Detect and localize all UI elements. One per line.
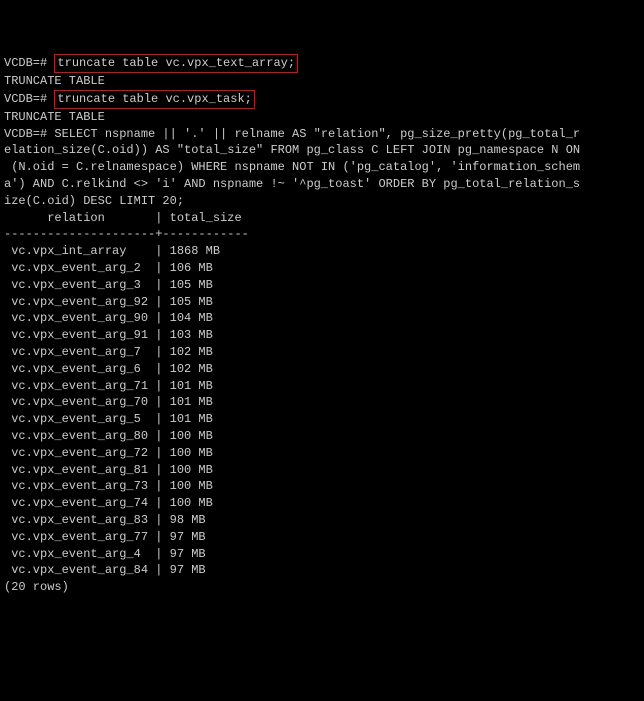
- terminal-line: vc.vpx_event_arg_74 | 100 MB: [4, 495, 640, 512]
- terminal-line: VCDB=# truncate table vc.vpx_text_array;: [4, 54, 640, 73]
- terminal-line: ize(C.oid) DESC LIMIT 20;: [4, 193, 640, 210]
- terminal-line: (N.oid = C.relnamespace) WHERE nspname N…: [4, 159, 640, 176]
- terminal-line: vc.vpx_int_array | 1868 MB: [4, 243, 640, 260]
- terminal-line: vc.vpx_event_arg_83 | 98 MB: [4, 512, 640, 529]
- terminal-line: vc.vpx_event_arg_72 | 100 MB: [4, 445, 640, 462]
- terminal-line: TRUNCATE TABLE: [4, 109, 640, 126]
- terminal-line: vc.vpx_event_arg_71 | 101 MB: [4, 378, 640, 395]
- terminal-line: a') AND C.relkind <> 'i' AND nspname !~ …: [4, 176, 640, 193]
- terminal-line: VCDB=# SELECT nspname || '.' || relname …: [4, 126, 640, 143]
- terminal-line: vc.vpx_event_arg_6 | 102 MB: [4, 361, 640, 378]
- terminal-line: vc.vpx_event_arg_70 | 101 MB: [4, 394, 640, 411]
- terminal-line: vc.vpx_event_arg_7 | 102 MB: [4, 344, 640, 361]
- terminal-line: vc.vpx_event_arg_92 | 105 MB: [4, 294, 640, 311]
- terminal-line: [4, 596, 640, 613]
- terminal-line: relation | total_size: [4, 210, 640, 227]
- terminal-line: VCDB=# truncate table vc.vpx_task;: [4, 90, 640, 109]
- terminal-line: vc.vpx_event_arg_81 | 100 MB: [4, 462, 640, 479]
- terminal-line: vc.vpx_event_arg_2 | 106 MB: [4, 260, 640, 277]
- prompt: VCDB=#: [4, 92, 54, 106]
- terminal-line: vc.vpx_event_arg_90 | 104 MB: [4, 310, 640, 327]
- terminal-line: (20 rows): [4, 579, 640, 596]
- highlighted-command: truncate table vc.vpx_task;: [54, 90, 254, 109]
- terminal-line: vc.vpx_event_arg_3 | 105 MB: [4, 277, 640, 294]
- terminal-line: vc.vpx_event_arg_77 | 97 MB: [4, 529, 640, 546]
- prompt: VCDB=#: [4, 56, 54, 70]
- terminal-line: vc.vpx_event_arg_91 | 103 MB: [4, 327, 640, 344]
- terminal-line: elation_size(C.oid)) AS "total_size" FRO…: [4, 142, 640, 159]
- terminal-line: vc.vpx_event_arg_5 | 101 MB: [4, 411, 640, 428]
- terminal-line: vc.vpx_event_arg_73 | 100 MB: [4, 478, 640, 495]
- terminal-line: vc.vpx_event_arg_84 | 97 MB: [4, 562, 640, 579]
- terminal-line: vc.vpx_event_arg_80 | 100 MB: [4, 428, 640, 445]
- terminal-output[interactable]: VCDB=# truncate table vc.vpx_text_array;…: [4, 54, 640, 612]
- terminal-line: ---------------------+------------: [4, 226, 640, 243]
- terminal-line: vc.vpx_event_arg_4 | 97 MB: [4, 546, 640, 563]
- terminal-line: TRUNCATE TABLE: [4, 73, 640, 90]
- highlighted-command: truncate table vc.vpx_text_array;: [54, 54, 298, 73]
